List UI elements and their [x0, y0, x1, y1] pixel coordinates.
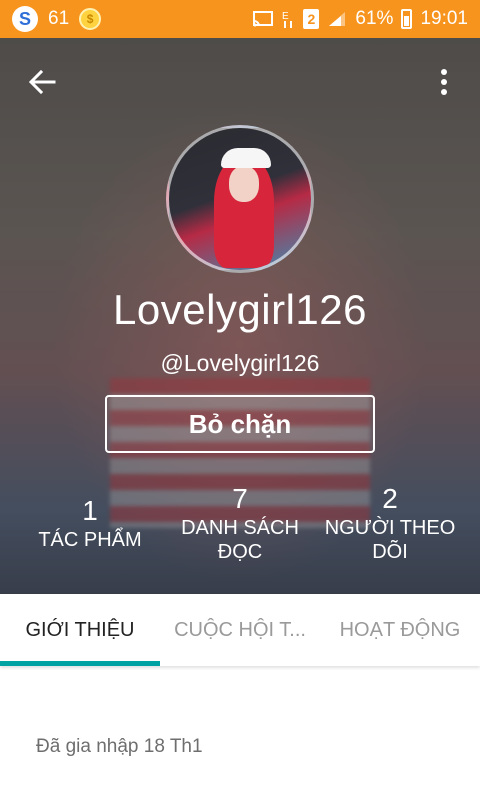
battery-percent: 61%	[355, 8, 394, 29]
joined-date: Đã gia nhập 18 Th1	[36, 736, 203, 757]
profile-tabs: GIỚI THIỆU CUỘC HỘI T... HOẠT ĐỘNG	[0, 594, 480, 666]
sim-icon: 2	[303, 9, 320, 29]
cast-icon	[253, 11, 274, 27]
arrow-left-icon	[28, 69, 56, 95]
stat-works-value: 1	[82, 495, 98, 526]
tab-activity[interactable]: HOẠT ĐỘNG	[320, 594, 480, 666]
profile-header: Lovelygirl126 @Lovelygirl126 Bỏ chặn 1 T…	[0, 38, 480, 594]
tab-conversations[interactable]: CUỘC HỘI T...	[160, 594, 320, 666]
avatar[interactable]	[166, 125, 314, 273]
stat-followers-label: NGƯỜI THEO DÕI	[324, 517, 456, 563]
stat-reading-lists-label: DANH SÁCH ĐỌC	[181, 517, 299, 563]
signal-icon	[329, 12, 346, 26]
stat-followers[interactable]: 2 NGƯỜI THEO DÕI	[310, 482, 470, 564]
status-bar: S 61 $ E 2 61% 19:01	[0, 0, 480, 38]
data-e-icon: E	[282, 11, 293, 28]
stat-followers-value: 2	[382, 483, 398, 514]
more-vert-icon	[441, 69, 447, 95]
display-name: Lovelygirl126	[113, 286, 367, 333]
tab-about[interactable]: GIỚI THIỆU	[0, 594, 160, 666]
back-button[interactable]	[20, 60, 64, 104]
stat-reading-lists-value: 7	[232, 483, 248, 514]
coin-icon: $	[79, 8, 102, 30]
username-handle: @Lovelygirl126	[160, 350, 320, 376]
stat-works-label: TÁC PHẨM	[38, 529, 142, 551]
more-options-button[interactable]	[422, 60, 466, 104]
stat-reading-lists[interactable]: 7 DANH SÁCH ĐỌC	[160, 482, 320, 564]
s-app-icon: S	[12, 6, 38, 32]
notification-count: 61	[48, 8, 70, 29]
battery-icon	[401, 9, 413, 29]
unblock-button[interactable]: Bỏ chặn	[105, 395, 375, 453]
stat-works[interactable]: 1 TÁC PHẨM	[10, 494, 170, 552]
clock: 19:01	[420, 8, 468, 29]
svg-text:E: E	[282, 11, 289, 22]
